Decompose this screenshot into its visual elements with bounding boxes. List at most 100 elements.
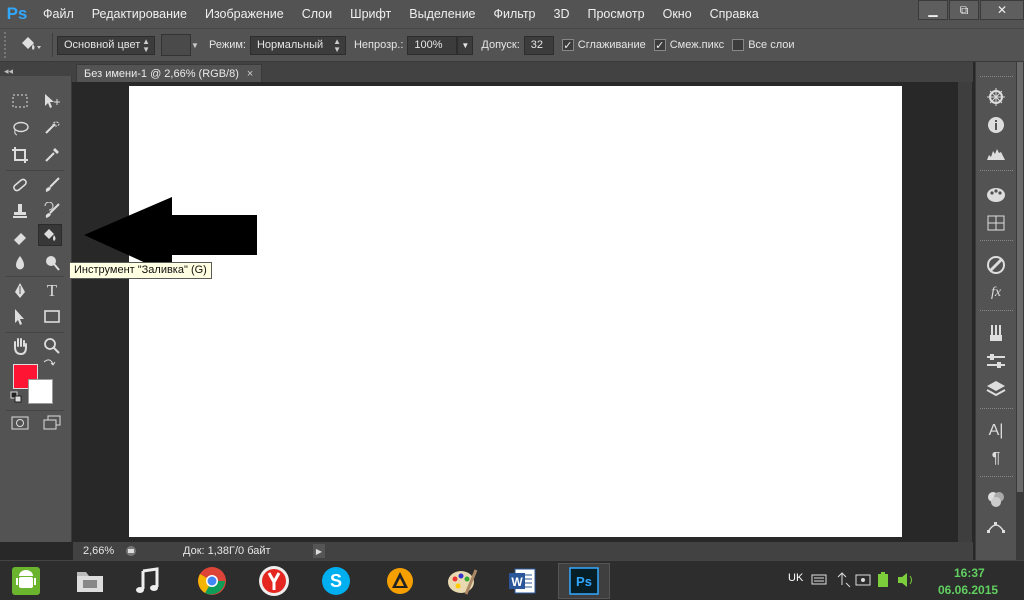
paint-icon[interactable] — [436, 563, 488, 599]
mode-select[interactable]: Нормальный ▲ ▼ — [249, 35, 346, 55]
default-colors-icon[interactable] — [8, 390, 24, 404]
tool-presets-icon[interactable] — [985, 350, 1007, 372]
brush-tool-icon[interactable] — [40, 174, 64, 196]
eraser-tool-icon[interactable] — [8, 226, 32, 248]
language-indicator[interactable]: UK — [788, 572, 803, 584]
menu-select[interactable]: Выделение — [400, 0, 484, 28]
clone-stamp-tool-icon[interactable] — [8, 200, 32, 222]
spot-healing-tool-icon[interactable] — [8, 174, 32, 196]
path-selection-tool-icon[interactable] — [8, 306, 32, 328]
menu-window[interactable]: Окно — [654, 0, 701, 28]
restore-button[interactable]: ⧉ — [949, 0, 979, 20]
menu-image[interactable]: Изображение — [196, 0, 293, 28]
crop-tool-icon[interactable] — [8, 144, 32, 166]
zoom-level[interactable]: 2,66% — [73, 545, 121, 557]
opacity-dropdown[interactable]: ▼ — [457, 35, 474, 55]
vertical-scrollbar[interactable] — [958, 82, 972, 542]
scrollbar-thumb[interactable] — [1017, 62, 1023, 492]
document-tab[interactable]: Без имени-1 @ 2,66% (RGB/8) × — [76, 64, 262, 82]
adjustments-icon[interactable] — [985, 254, 1007, 276]
clock-time[interactable]: 16:37 — [954, 566, 985, 580]
separator — [6, 410, 64, 411]
minimize-button[interactable]: ▁ — [918, 0, 948, 20]
chrome-icon[interactable] — [186, 563, 238, 599]
pen-tool-icon[interactable] — [8, 280, 32, 302]
navigator-icon[interactable] — [985, 86, 1007, 108]
history-brush-tool-icon[interactable] — [40, 200, 64, 222]
menu-filter[interactable]: Фильтр — [485, 0, 545, 28]
background-color-swatch[interactable] — [28, 379, 53, 404]
styles-fx-icon[interactable]: fx — [985, 282, 1007, 304]
menu-3d[interactable]: 3D — [545, 0, 579, 28]
swatches-icon[interactable] — [985, 212, 1007, 234]
document-info: Док: 1,38Г/0 байт — [183, 545, 271, 557]
share-icon[interactable] — [123, 544, 139, 558]
photoshop-letters: Ps — [576, 574, 592, 589]
blur-tool-icon[interactable] — [8, 252, 32, 274]
all-layers-label: Все слои — [748, 39, 795, 51]
brush-presets-icon[interactable] — [985, 322, 1007, 344]
menu-layers[interactable]: Слои — [293, 0, 341, 28]
fill-source-select[interactable]: Основной цвет ▲ ▼ — [57, 35, 155, 55]
zoom-tool-icon[interactable] — [40, 335, 64, 357]
paint-bucket-tool-icon[interactable] — [38, 224, 62, 246]
opacity-input[interactable]: 100% — [407, 35, 458, 55]
skype-icon[interactable]: S — [310, 563, 362, 599]
move-tool-icon[interactable] — [40, 90, 64, 112]
updown-icon: ▲ ▼ — [333, 36, 341, 54]
document-canvas[interactable] — [129, 86, 902, 537]
layers-icon[interactable] — [985, 378, 1007, 400]
yandex-icon[interactable] — [248, 563, 300, 599]
chevron-down-icon[interactable]: ▼ — [191, 41, 201, 50]
status-menu-arrow-icon[interactable]: ▶ — [313, 544, 325, 558]
tolerance-value: 32 — [530, 39, 544, 51]
lasso-tool-icon[interactable] — [8, 117, 32, 139]
tolerance-label: Допуск: — [481, 39, 520, 51]
marquee-tool-icon[interactable] — [8, 90, 32, 112]
separator — [6, 276, 64, 277]
menu-help[interactable]: Справка — [701, 0, 768, 28]
aimp-icon[interactable] — [374, 563, 426, 599]
paths-icon[interactable] — [985, 516, 1007, 538]
close-button[interactable]: ✕ — [980, 0, 1024, 20]
rectangle-tool-icon[interactable] — [40, 306, 64, 328]
channels-icon[interactable] — [985, 488, 1007, 510]
close-tab-icon[interactable]: × — [247, 68, 253, 80]
pattern-picker[interactable] — [161, 34, 191, 56]
character-icon[interactable]: A| — [985, 420, 1007, 442]
photoshop-logo-icon[interactable]: Ps — [0, 0, 34, 28]
color-palette-icon[interactable] — [985, 184, 1007, 206]
menu-type[interactable]: Шрифт — [341, 0, 400, 28]
paragraph-icon[interactable]: ¶ — [985, 448, 1007, 470]
menu-file[interactable]: Файл — [34, 0, 83, 28]
type-tool-icon[interactable]: T — [40, 280, 64, 302]
all-layers-checkbox[interactable] — [732, 39, 745, 51]
device-icon — [855, 574, 871, 586]
android-icon[interactable] — [0, 563, 52, 599]
quick-selection-tool-icon[interactable] — [40, 117, 64, 139]
histogram-icon[interactable] — [985, 142, 1007, 164]
tolerance-input[interactable]: 32 — [523, 35, 554, 55]
menu-bar: Ps Файл Редактирование Изображение Слои … — [0, 0, 1024, 28]
word-icon[interactable]: W — [496, 563, 548, 599]
files-icon[interactable] — [64, 563, 116, 599]
dodge-tool-icon[interactable] — [40, 252, 64, 274]
info-icon[interactable] — [985, 114, 1007, 136]
antialias-checkbox[interactable]: ✓ — [561, 39, 574, 52]
music-icon[interactable] — [122, 563, 174, 599]
screen-mode-icon[interactable] — [40, 412, 64, 434]
paint-bucket-preset-icon[interactable] — [12, 32, 48, 58]
hand-tool-icon[interactable] — [8, 335, 32, 357]
menu-view[interactable]: Просмотр — [579, 0, 654, 28]
menu-edit[interactable]: Редактирование — [83, 0, 196, 28]
contiguous-checkbox[interactable]: ✓ — [653, 39, 666, 52]
options-grip[interactable] — [4, 32, 12, 58]
document-workspace — [73, 82, 973, 542]
quick-mask-icon[interactable] — [8, 412, 32, 434]
photoshop-icon[interactable]: Ps — [558, 563, 610, 599]
separator — [980, 310, 1013, 312]
panel-scrollbar[interactable] — [1016, 62, 1024, 560]
eyedropper-tool-icon[interactable] — [40, 144, 64, 166]
clock-date[interactable]: 06.06.2015 — [938, 583, 998, 597]
swap-colors-icon[interactable] — [40, 357, 58, 371]
